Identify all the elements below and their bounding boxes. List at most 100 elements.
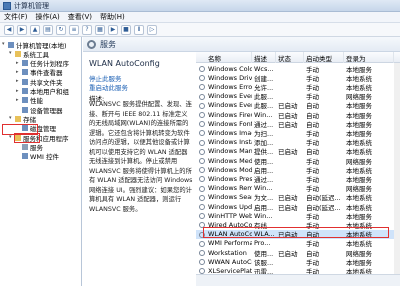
cell-status: 已启动 — [278, 194, 298, 202]
expander-icon[interactable] — [16, 144, 21, 149]
service-gear-icon — [199, 213, 205, 220]
refresh-icon[interactable]: ↻ — [56, 24, 66, 35]
table-row[interactable]: Windows Image...为扫... 手动 本地服务 — [196, 128, 400, 138]
table-row[interactable]: Windows Color ...Wcs... 手动 本地服务 — [196, 64, 400, 73]
cell-startup-type: 手动 — [306, 185, 319, 193]
tree-item[interactable]: ▸ 共享文件夹 — [16, 77, 63, 87]
tree-node-icon — [22, 60, 28, 67]
title-bar: 计算机管理 — [0, 0, 400, 12]
expander-icon[interactable]: ▸ — [16, 97, 21, 103]
table-row[interactable]: Windows Installer添加... 手动 本地系统 — [196, 138, 400, 147]
tree-item[interactable]: ▸ 性能 — [16, 96, 43, 105]
tree-item[interactable]: ▸ 任务计划程序 — [16, 59, 69, 68]
cell-startup-type: 手动 — [306, 93, 319, 101]
column-description[interactable]: 描述 — [252, 52, 276, 63]
back-arrow-icon[interactable]: ◀ — [4, 24, 14, 35]
tree-item[interactable]: WMI 控件 — [16, 152, 59, 161]
table-row[interactable]: Windows Driver ...创建... 手动 本地系统 — [196, 73, 400, 82]
pane-header-title: 服务 — [100, 39, 116, 49]
menu-bar: 文件(F) 操作(A) 查看(V) 帮助(H) — [0, 12, 400, 23]
restart-service-icon[interactable]: ▷ — [147, 24, 157, 35]
tree-item[interactable]: 设备管理器 — [16, 105, 63, 115]
cell-logon-as: 网络服务 — [346, 249, 372, 258]
cell-status — [278, 156, 304, 165]
stop-service-icon[interactable]: ■ — [121, 24, 131, 35]
table-row[interactable]: Windows Font C...通过... 已启动自动 本地服务 — [196, 119, 400, 128]
tree-node-icon — [8, 41, 14, 48]
vertical-scrollbar[interactable] — [394, 63, 400, 274]
cell-name: WinHTTP Web P... — [208, 211, 252, 220]
properties-icon[interactable]: ▦ — [95, 24, 105, 35]
up-folder-icon[interactable]: ▲ — [30, 24, 40, 35]
table-row[interactable]: Windows Modul...启用... 手动 本地系统 — [196, 165, 400, 174]
table-row[interactable]: Windows Media...使用... 手动 网络服务 — [196, 156, 400, 165]
table-row[interactable]: Windows Search为文... 已启动自动(延迟... 本地系统 — [196, 193, 400, 202]
cell-startup-type: 手动 — [306, 139, 319, 147]
help-icon[interactable]: ? — [82, 24, 92, 35]
table-row[interactable]: Windows Remot...Win... 手动 网络服务 — [196, 184, 400, 193]
tree-item[interactable]: ▸ 本地用户和组 — [16, 87, 69, 96]
start-service-icon[interactable]: ▶ — [108, 24, 118, 35]
expander-icon[interactable]: ▾ — [9, 51, 14, 56]
table-row[interactable]: Windows FirewallWin... 已启动自动 本地服务 — [196, 110, 400, 119]
table-row[interactable]: WWAN AutoConfig该服... 手动 本地服务 — [196, 257, 400, 266]
table-row[interactable]: Windows Event ...此服... 已启动自动 本地服务 — [196, 101, 400, 110]
service-gear-icon — [199, 112, 205, 118]
tree-item[interactable]: 服务 — [16, 142, 43, 152]
cell-startup-type: 手动 — [306, 166, 319, 175]
service-detail-name: WLAN AutoConfig — [89, 59, 160, 68]
tree-item[interactable]: ▾ 存储 — [9, 114, 36, 124]
expander-icon[interactable]: ▸ — [16, 60, 21, 66]
cell-logon-as: 本地服务 — [346, 129, 372, 138]
tree-node-icon — [15, 50, 21, 57]
pause-service-icon[interactable]: Ⅱ — [134, 24, 144, 35]
cell-description: 启用... — [254, 203, 274, 212]
table-row[interactable]: Workstation 使用... 已启动 自动 网络服务 — [196, 248, 400, 257]
export-list-icon[interactable]: ≡ — [69, 24, 79, 35]
column-logon-as[interactable]: 登录为 — [344, 52, 394, 63]
expander-icon[interactable]: ▾ — [2, 42, 7, 47]
service-gear-icon — [199, 250, 205, 256]
cell-logon-as: 本地系统 — [346, 83, 372, 92]
menu-view[interactable]: 查看(V) — [68, 12, 92, 22]
expander-icon[interactable] — [16, 107, 21, 112]
cell-status: 已启动 — [278, 111, 298, 120]
table-row[interactable]: Windows Error ...允许... 手动 本地系统 — [196, 82, 400, 92]
tree-item[interactable]: ▸ 事件查看器 — [16, 68, 63, 77]
forward-arrow-icon[interactable]: ▶ — [17, 24, 27, 35]
column-startup-type[interactable]: 启动类型 — [304, 52, 344, 63]
show-tree-icon[interactable]: ▤ — [43, 24, 53, 35]
table-row[interactable]: Windows Event ...此服... 手动 网络服务 — [196, 92, 400, 101]
service-gear-icon — [199, 75, 205, 82]
table-row[interactable]: Windows Presen...通过... 手动 本地服务 — [196, 174, 400, 184]
service-gear-icon — [199, 176, 205, 183]
tree-node-icon — [22, 69, 28, 76]
expander-icon[interactable]: ▾ — [9, 116, 14, 121]
expander-icon[interactable]: ▸ — [16, 88, 21, 94]
cell-description: Wcs... — [254, 64, 274, 73]
menu-help[interactable]: 帮助(H) — [100, 12, 125, 22]
table-row[interactable]: WinHTTP Web P...Win... 手动 本地服务 — [196, 211, 400, 220]
computer-management-icon — [3, 1, 11, 10]
menu-file[interactable]: 文件(F) — [4, 12, 28, 22]
table-row[interactable]: Windows Update启用... 已启动自动(延迟... 本地系统 — [196, 202, 400, 211]
expander-icon[interactable]: ▸ — [16, 79, 21, 84]
tree-node-icon — [22, 88, 28, 94]
cell-startup-type: 手动 — [306, 74, 319, 83]
cell-description: 通过... — [254, 175, 274, 184]
cell-status — [278, 138, 304, 147]
expander-icon[interactable] — [16, 154, 21, 159]
column-status[interactable]: 状态 — [276, 52, 304, 63]
service-gear-icon — [199, 259, 205, 266]
table-row[interactable]: Windows Manag...提供... 已启动自动 本地系统 — [196, 147, 400, 156]
restart-service-link[interactable]: 重启动此服务 — [89, 82, 128, 92]
menu-action[interactable]: 操作(A) — [36, 12, 60, 22]
cell-name: Windows Event ... — [208, 101, 252, 110]
tree-item[interactable]: ▾ 计算机管理(本地) — [2, 40, 67, 50]
tree-item[interactable]: ▾ 系统工具 — [9, 49, 49, 59]
cell-name: Windows Search — [208, 193, 252, 202]
cell-description: Win... — [254, 110, 273, 119]
table-row[interactable]: WMI Performan...Pro... 手动 本地系统 — [196, 239, 400, 248]
column-name[interactable]: 名称 — [196, 52, 252, 63]
expander-icon[interactable]: ▸ — [16, 69, 21, 75]
